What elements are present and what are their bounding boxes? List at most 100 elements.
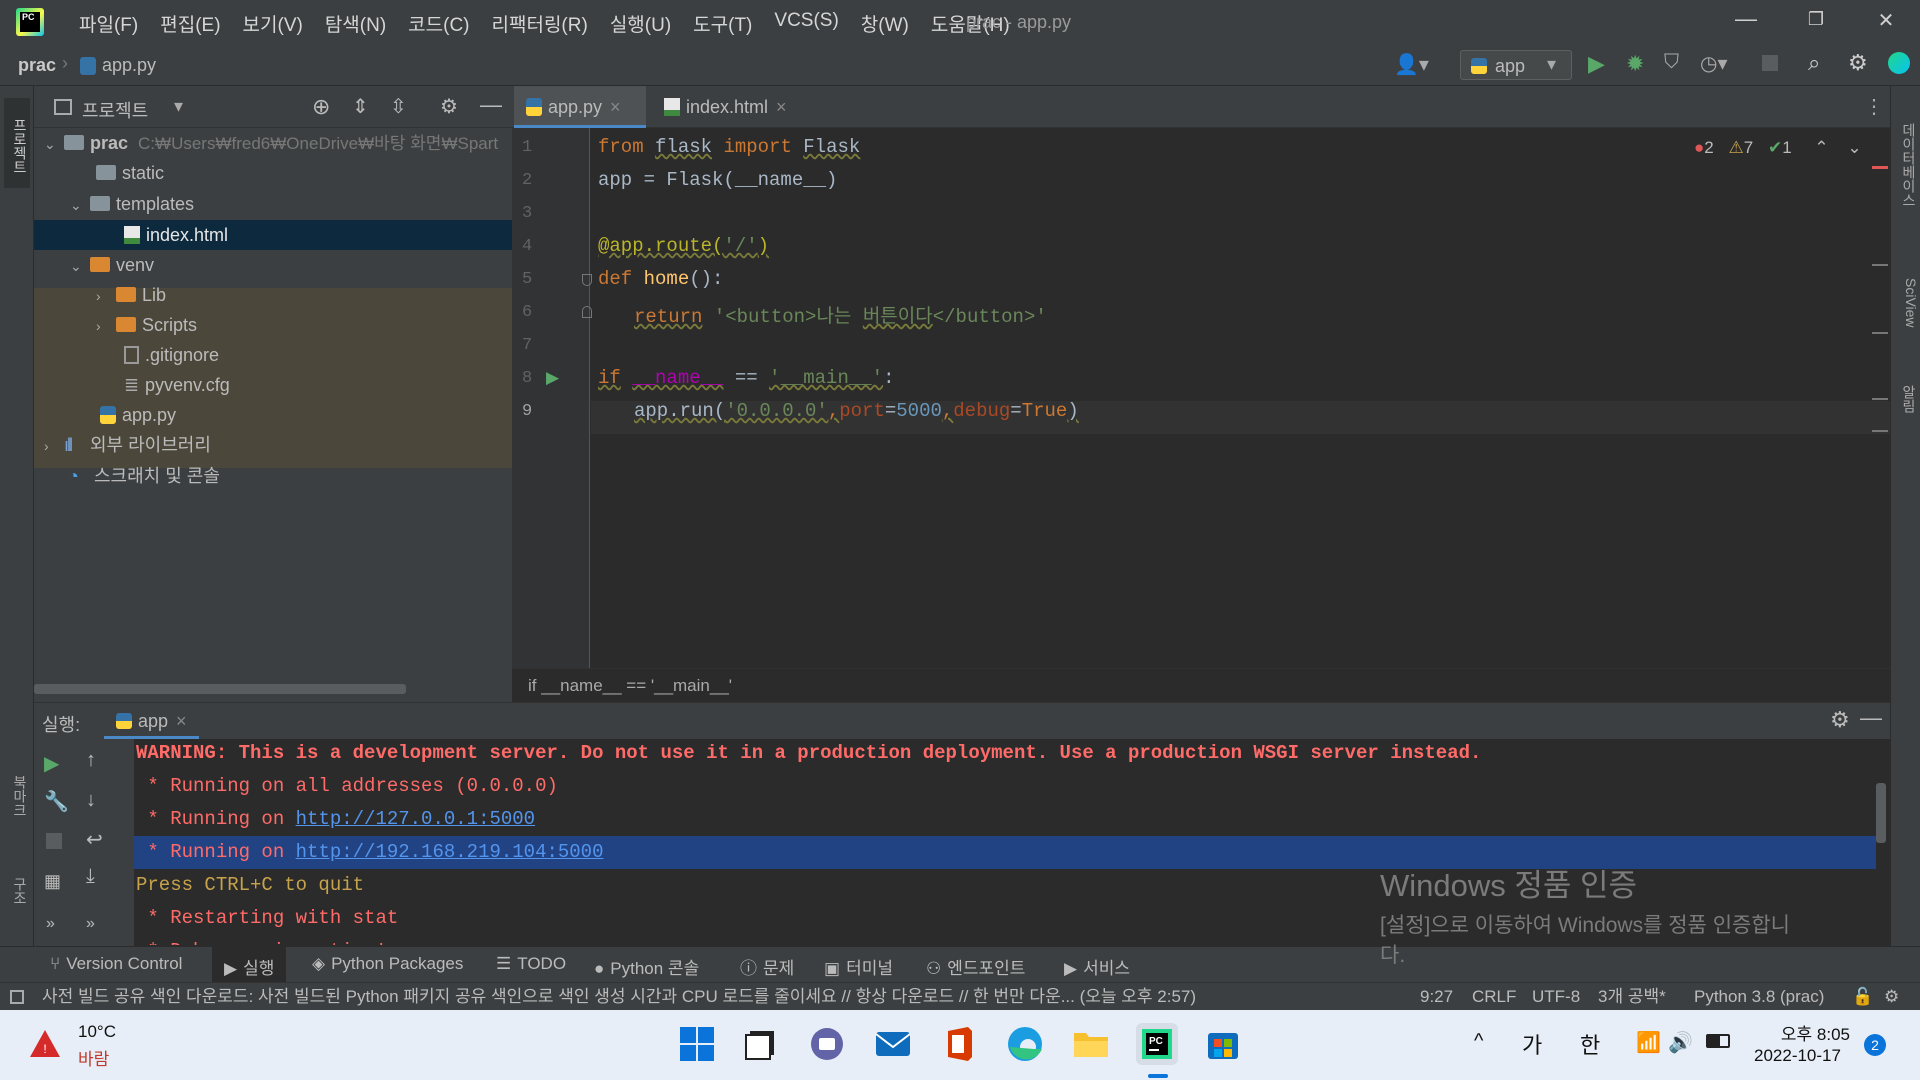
menu-refactor[interactable]: 리팩터링(R) — [481, 10, 599, 37]
next-highlight-icon[interactable]: ⌄ — [1847, 138, 1861, 157]
store-icon[interactable] — [1202, 1023, 1244, 1065]
tree-item-pyvenv-cfg[interactable]: ≣ pyvenv.cfg — [124, 370, 230, 400]
error-stripe-mark[interactable] — [1872, 166, 1888, 169]
close-icon[interactable]: × — [610, 97, 621, 117]
database-tool-tab[interactable]: 데이터베이스 — [1893, 100, 1919, 230]
clock-time[interactable]: 오후 8:05 — [1776, 1020, 1850, 1045]
inspector-icon[interactable]: ⚙ — [1884, 983, 1899, 1011]
profile-icon[interactable]: ◷▾ — [1700, 51, 1728, 76]
weather-temp[interactable]: 10°C — [78, 1022, 116, 1042]
tab-index-html[interactable]: index.html × — [652, 86, 802, 128]
tree-item-venv[interactable]: ⌄ venv — [70, 250, 154, 280]
fold-icon[interactable] — [582, 306, 592, 318]
tree-item-scripts[interactable]: › Scripts — [96, 310, 197, 340]
menu-view[interactable]: 보기(V) — [232, 10, 314, 37]
tab-app-py[interactable]: app.py × — [514, 86, 646, 128]
tool-python-packages[interactable]: ◈ Python Packages — [312, 954, 463, 974]
notification-badge[interactable]: 2 — [1864, 1034, 1886, 1056]
close-icon[interactable]: × — [176, 711, 187, 731]
stop-icon[interactable] — [1762, 55, 1778, 71]
search-icon[interactable]: ⌕ — [1808, 50, 1820, 76]
run-gutter-icon[interactable]: ▶ — [546, 368, 559, 388]
menu-navigate[interactable]: 탐색(N) — [314, 10, 397, 37]
horizontal-scrollbar[interactable] — [34, 684, 406, 694]
code-breadcrumb[interactable]: if __name__ == '__main__' — [512, 668, 1890, 702]
tree-item-scratches[interactable]: ◔ 스크래치 및 콘솔 — [68, 461, 220, 491]
tool-services[interactable]: ▶ 서비스 — [1064, 954, 1130, 979]
tree-item-external-libraries[interactable]: › ıll 외부 라이브러리 — [44, 430, 211, 460]
jetbrains-ai-icon[interactable] — [1888, 52, 1910, 74]
chevron-down-icon[interactable]: ▾ — [174, 96, 183, 117]
gear-icon[interactable]: ⚙ — [1848, 50, 1868, 76]
gear-icon[interactable]: ⚙ — [440, 94, 458, 119]
close-icon[interactable]: × — [776, 97, 787, 117]
restore-button[interactable]: ❐ — [1796, 9, 1836, 41]
hide-panel-icon[interactable]: — — [1860, 705, 1882, 731]
notifications-tool-tab[interactable]: 알림 — [1893, 364, 1919, 434]
soft-wrap-icon[interactable]: ↩ — [86, 827, 103, 852]
menu-edit[interactable]: 편집(E) — [149, 10, 231, 37]
coverage-icon[interactable]: ⛉ — [1664, 51, 1679, 74]
tree-item-static[interactable]: static — [96, 158, 164, 188]
close-button[interactable]: ✕ — [1866, 8, 1906, 40]
locate-icon[interactable]: ⊕ — [312, 94, 330, 120]
interpreter-selector[interactable]: Python 3.8 (prac) — [1694, 983, 1824, 1011]
tree-item-index-html[interactable]: index.html — [124, 220, 228, 250]
bookmark-tool-tab[interactable]: 북마크 — [4, 766, 30, 826]
project-panel-title[interactable]: 프로젝트 — [82, 97, 148, 123]
run-tab-app[interactable]: app × — [104, 703, 199, 739]
run-icon[interactable]: ▶ — [1588, 51, 1605, 77]
rerun-icon[interactable]: ▶ — [44, 751, 59, 776]
tree-item-gitignore[interactable]: .gitignore — [124, 340, 219, 370]
project-tool-tab[interactable]: 프로젝트 — [4, 98, 30, 188]
breadcrumb-project[interactable]: prac — [18, 55, 56, 76]
panel-toggle-icon[interactable] — [10, 990, 24, 1004]
arrow-down-icon[interactable]: ↓ — [86, 789, 96, 812]
warning-stripe-mark[interactable] — [1872, 264, 1888, 266]
menu-tools[interactable]: 도구(T) — [682, 10, 763, 37]
status-message[interactable]: 사전 빌드 공유 색인 다운로드: 사전 빌드된 Python 패키지 공유 색… — [42, 983, 1372, 1011]
run-config-selector[interactable]: app ▾ — [1460, 50, 1572, 80]
tool-run[interactable]: ▶ 실행 — [212, 947, 287, 983]
arrow-up-icon[interactable]: ↑ — [86, 749, 96, 772]
wifi-icon[interactable]: 📶 — [1636, 1030, 1661, 1055]
office-icon[interactable] — [938, 1023, 980, 1065]
collapse-all-icon[interactable]: ⇳ — [390, 94, 407, 119]
tool-endpoints[interactable]: ⚇ 엔드포인트 — [926, 954, 1025, 979]
stop-icon[interactable] — [46, 833, 62, 849]
tree-item-prac[interactable]: ⌄ prac C:₩Users₩fred6₩OneDrive₩바탕 화면₩Spart — [44, 128, 498, 158]
clock-date[interactable]: 2022-10-17 — [1754, 1046, 1841, 1066]
tool-terminal[interactable]: ▣ 터미널 — [824, 954, 893, 979]
more-icon[interactable]: » — [46, 915, 55, 933]
menu-run[interactable]: 실행(U) — [599, 10, 682, 37]
warning-stripe-mark[interactable] — [1872, 430, 1888, 432]
inspection-widget[interactable]: ●2 ⚠7 ✔1 ⌃ ⌄ — [1694, 138, 1862, 158]
mail-icon[interactable] — [872, 1023, 914, 1065]
tool-python-console[interactable]: ● Python 콘솔 — [594, 954, 699, 979]
file-encoding[interactable]: UTF-8 — [1532, 983, 1580, 1011]
menu-file[interactable]: 파일(F) — [68, 10, 149, 37]
debug-icon[interactable]: ✹ — [1626, 51, 1644, 77]
tool-problems[interactable]: ⓘ 문제 — [740, 954, 794, 979]
lock-icon[interactable]: 🔓 — [1852, 983, 1873, 1011]
battery-icon[interactable] — [1706, 1034, 1730, 1048]
menu-vcs[interactable]: VCS(S) — [763, 10, 849, 37]
structure-tool-tab[interactable]: 구조 — [4, 866, 30, 916]
edge-icon[interactable] — [1004, 1023, 1046, 1065]
fold-icon[interactable] — [582, 274, 592, 286]
hide-panel-icon[interactable]: — — [480, 92, 502, 118]
warning-stripe-mark[interactable] — [1872, 398, 1888, 400]
menu-window[interactable]: 창(W) — [850, 10, 920, 37]
pycharm-logo[interactable]: PC — [16, 8, 44, 36]
breadcrumb-file[interactable]: app.py — [102, 55, 156, 76]
warning-stripe-mark[interactable] — [1872, 332, 1888, 334]
tray-overflow-icon[interactable]: ^ — [1474, 1030, 1483, 1053]
pycharm-taskbar-icon[interactable]: PC — [1136, 1023, 1178, 1065]
indent-setting[interactable]: 3개 공백* — [1598, 983, 1666, 1011]
ime-mode[interactable]: 가 — [1522, 1028, 1542, 1060]
line-separator[interactable]: CRLF — [1472, 983, 1516, 1011]
gear-icon[interactable]: ⚙ — [1830, 707, 1850, 733]
wrench-icon[interactable]: 🔧 — [44, 789, 69, 814]
tree-item-app-py[interactable]: app.py — [100, 400, 176, 430]
weather-icon[interactable]: ! — [28, 1028, 62, 1060]
